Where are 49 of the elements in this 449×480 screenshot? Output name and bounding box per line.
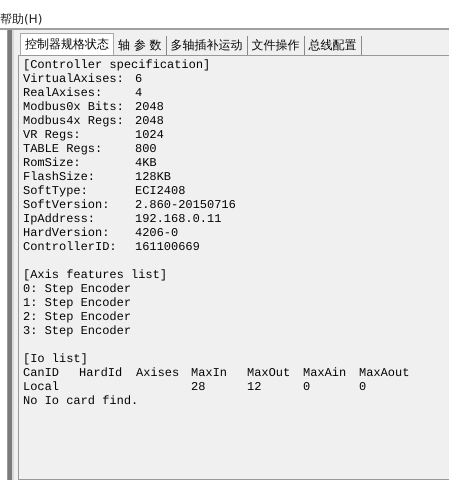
spec-value: 128KB	[135, 170, 172, 184]
table-cell-text: 0	[303, 380, 312, 394]
io-note: No Io card find.	[23, 394, 138, 408]
spec-label: Modbus0x Bits:	[23, 100, 125, 114]
spec-label: RealAxises:	[23, 86, 104, 100]
column-header: MaxAout	[359, 366, 410, 380]
spec-value: 192.168.0.11	[135, 212, 222, 226]
spec-label: HardVersion:	[23, 226, 110, 240]
tab[interactable]: 控制器规格状态	[20, 33, 114, 55]
spec-label: SoftType:	[23, 184, 89, 198]
spec-label: IpAddress:	[23, 212, 96, 226]
spec-label: Modbus4x Regs:	[23, 114, 125, 128]
spec-label: RomSize:	[23, 156, 82, 170]
spec-value: 6	[135, 72, 142, 86]
spec-value: 2048	[135, 114, 164, 128]
spec-label: ControllerID:	[23, 240, 118, 254]
spec-value: 4KB	[135, 156, 157, 170]
table-cell-text: 28	[191, 380, 206, 394]
section-title: [Controller specification]	[23, 58, 210, 72]
menu-item[interactable]: 帮助(H)	[0, 10, 44, 28]
spec-value: 800	[135, 142, 157, 156]
table-cell-text: 12	[247, 380, 262, 394]
spec-label: VR Regs:	[23, 128, 82, 142]
spec-label: VirtualAxises:	[23, 72, 125, 86]
column-header: Axises	[136, 366, 180, 380]
spec-label: FlashSize:	[23, 170, 96, 184]
spec-value: 4206-0	[135, 226, 178, 240]
spec-value: ECI2408	[135, 184, 186, 198]
spec-value: 1024	[135, 128, 164, 142]
column-header: HardId	[79, 366, 124, 380]
axis-line: 2: Step Encoder	[23, 310, 132, 324]
column-header: MaxOut	[247, 366, 292, 380]
spec-label: TABLE Regs:	[23, 142, 104, 156]
column-header: MaxIn	[191, 366, 228, 380]
spec-value: 2048	[135, 100, 164, 114]
column-header: MaxAin	[303, 366, 348, 380]
axis-line: 0: Step Encoder	[23, 282, 132, 296]
axis-line: 3: Step Encoder	[23, 324, 132, 338]
section-title: [Axis features list]	[23, 268, 168, 282]
spec-value: 4	[135, 86, 142, 100]
spec-value: 2.860-20150716	[135, 198, 236, 212]
column-header: CanID	[23, 366, 60, 380]
spec-label: SoftVersion:	[23, 198, 110, 212]
table-cell-text: Local	[23, 380, 60, 394]
section-title: [Io list]	[23, 352, 88, 366]
spec-value: 161100669	[135, 240, 200, 254]
table-cell-text: 0	[359, 380, 368, 394]
splitter[interactable]	[8, 30, 14, 480]
axis-line: 1: Step Encoder	[23, 296, 132, 310]
